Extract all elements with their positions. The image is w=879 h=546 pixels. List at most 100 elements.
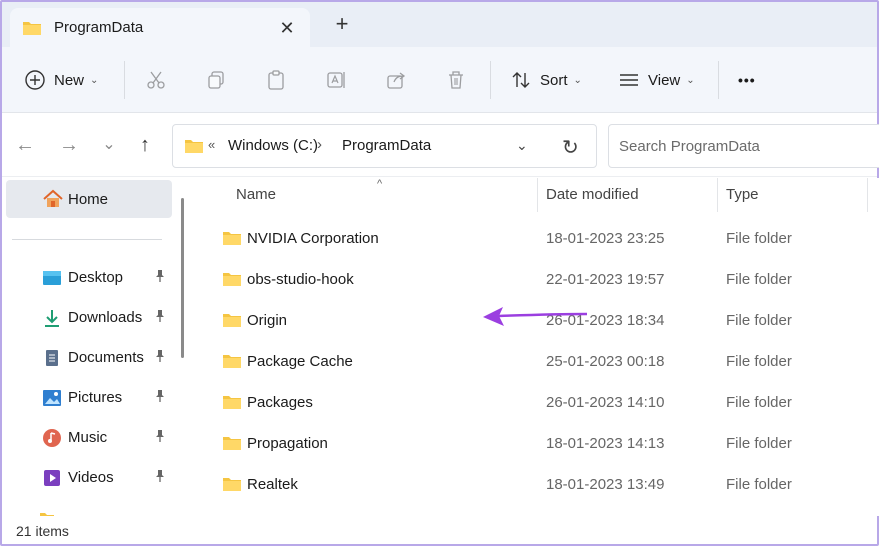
file-name: Realtek — [247, 476, 298, 493]
delete-button[interactable] — [445, 63, 467, 97]
more-icon: ••• — [738, 72, 756, 88]
sidebar-item-videos[interactable]: Videos — [6, 460, 172, 496]
new-tab-button[interactable]: + — [328, 11, 356, 39]
file-row[interactable]: Realtek 18-01-2023 13:49 File folder — [195, 464, 879, 504]
chevron-down-icon: ⌄ — [686, 74, 695, 86]
status-bar: 21 items — [2, 516, 877, 544]
file-name: NVIDIA Corporation — [247, 230, 379, 247]
file-name: Packages — [247, 394, 313, 411]
file-date: 26-01-2023 14:10 — [546, 394, 665, 411]
item-count: 21 items — [16, 523, 69, 539]
rename-button[interactable] — [325, 63, 347, 97]
search-placeholder: Search ProgramData — [619, 138, 760, 155]
file-type: File folder — [726, 353, 792, 370]
up-button[interactable]: ↑ — [132, 133, 158, 159]
cut-button[interactable] — [145, 63, 167, 97]
trash-icon — [449, 71, 463, 89]
sort-icon — [512, 72, 530, 88]
file-row[interactable]: Propagation 18-01-2023 14:13 File folder — [195, 423, 879, 463]
more-options-button[interactable]: ••• — [738, 63, 756, 97]
column-divider[interactable] — [867, 178, 868, 212]
sidebar-item-label: Desktop — [68, 269, 124, 286]
folder-icon — [222, 353, 242, 372]
sidebar-item-home[interactable]: Home — [6, 180, 172, 218]
close-tab-icon[interactable]: ✕ — [276, 17, 298, 39]
sidebar-item-downloads[interactable]: Downloads — [6, 300, 172, 336]
file-type: File folder — [726, 230, 792, 247]
sidebar-item-label: Pictures — [68, 389, 123, 406]
pin-icon — [154, 309, 166, 326]
copy-icon — [208, 71, 224, 89]
file-row[interactable]: Packages 26-01-2023 14:10 File folder — [195, 382, 879, 422]
file-row[interactable]: NVIDIA Corporation 18-01-2023 23:25 File… — [195, 218, 879, 258]
view-button[interactable]: View ⌄ — [618, 63, 695, 97]
forward-button[interactable]: → — [56, 133, 82, 159]
sidebar-item-label: Music — [68, 429, 108, 446]
column-header-date[interactable]: Date modified — [546, 186, 639, 203]
navigation-bar: ← → ⌄ ↑ « Windows (C:) › ProgramData ⌄ ↻… — [2, 113, 879, 177]
breadcrumb-folder[interactable]: ProgramData — [342, 137, 431, 154]
file-type: File folder — [726, 271, 792, 288]
toolbar-divider — [490, 61, 491, 99]
file-row[interactable]: obs-studio-hook 22-01-2023 19:57 File fo… — [195, 259, 879, 299]
toolbar-divider — [124, 61, 125, 99]
sidebar-item-label: Documents — [68, 349, 144, 366]
sort-label: Sort — [540, 71, 568, 89]
pin-icon — [154, 349, 166, 366]
column-divider[interactable] — [717, 178, 718, 212]
sidebar-item-label: Downloads — [68, 309, 143, 326]
paste-button[interactable] — [265, 63, 287, 97]
file-type: File folder — [726, 435, 792, 452]
address-dropdown-icon[interactable]: ⌄ — [516, 137, 528, 154]
back-button[interactable]: ← — [12, 133, 38, 159]
view-icon — [620, 74, 638, 86]
clipboard-icon — [268, 70, 284, 90]
refresh-icon[interactable]: ↻ — [562, 135, 579, 160]
folder-icon — [184, 138, 204, 157]
home-icon — [42, 189, 64, 212]
folder-icon — [222, 476, 242, 495]
folder-icon — [222, 271, 242, 290]
breadcrumb-separator-icon[interactable]: › — [317, 136, 322, 153]
navigation-pane: Home Desktop Downloads Documents Picture… — [2, 178, 174, 516]
sidebar-item-music[interactable]: Music — [6, 420, 172, 456]
sort-button[interactable]: Sort ⌄ — [510, 63, 582, 97]
sidebar-item-pictures[interactable]: Pictures — [6, 380, 172, 416]
breadcrumb-overflow-icon[interactable]: « — [208, 137, 215, 152]
pin-icon — [154, 469, 166, 486]
pin-icon — [154, 389, 166, 406]
column-header-name[interactable]: Name — [236, 186, 276, 203]
sidebar-scrollbar[interactable] — [181, 198, 184, 358]
pin-icon — [154, 429, 166, 446]
search-input[interactable]: Search ProgramData — [608, 124, 879, 168]
sidebar-item-documents[interactable]: Documents — [6, 340, 172, 376]
column-divider[interactable] — [537, 178, 538, 212]
tab-programdata[interactable]: ProgramData ✕ — [10, 8, 310, 48]
videos-icon — [44, 470, 60, 486]
toolbar-divider — [718, 61, 719, 99]
view-label: View — [648, 71, 681, 89]
file-date: 18-01-2023 14:13 — [546, 435, 665, 452]
recent-locations-button[interactable]: ⌄ — [96, 133, 122, 159]
share-button[interactable] — [385, 63, 407, 97]
sort-ascending-icon: ^ — [377, 178, 383, 190]
copy-button[interactable] — [205, 63, 227, 97]
file-date: 18-01-2023 13:49 — [546, 476, 665, 493]
new-button[interactable]: New ⌄ — [24, 63, 98, 97]
file-row[interactable]: Package Cache 25-01-2023 00:18 File fold… — [195, 341, 879, 381]
pin-icon — [154, 269, 166, 286]
file-date: 25-01-2023 00:18 — [546, 353, 665, 370]
address-bar[interactable]: « Windows (C:) › ProgramData ⌄ ↻ — [172, 124, 597, 168]
sidebar-item-desktop[interactable]: Desktop — [6, 260, 172, 296]
scissors-icon — [147, 71, 165, 89]
breadcrumb-drive[interactable]: Windows (C:) — [228, 137, 318, 154]
column-header-type[interactable]: Type — [726, 186, 759, 203]
title-bar: ProgramData ✕ + — [2, 2, 877, 48]
pictures-icon — [43, 390, 61, 406]
file-name: Origin — [247, 312, 288, 329]
documents-icon — [46, 350, 58, 366]
folder-icon — [222, 230, 242, 249]
file-name: Package Cache — [247, 353, 353, 370]
file-list: ^ Name Date modified Type NVIDIA Corpora… — [195, 178, 879, 516]
file-type: File folder — [726, 394, 792, 411]
